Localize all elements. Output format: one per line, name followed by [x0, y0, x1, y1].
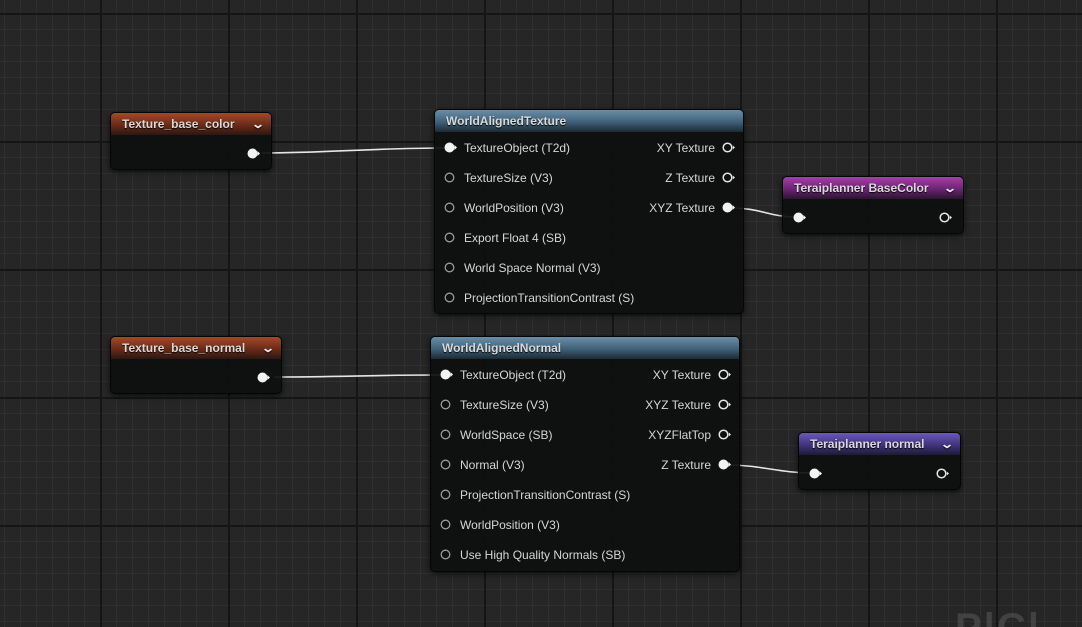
pin-label: XYZFlatTop [648, 428, 711, 442]
material-graph-canvas[interactable]: Texture_base_color ⌄ Texture_base_normal… [0, 0, 1082, 627]
wire-base-color-to-wat [261, 147, 447, 154]
node-title: Texture_base_normal [122, 341, 246, 355]
wire-base-normal-to-wan [273, 374, 443, 378]
node-title: WorldAlignedNormal [442, 341, 562, 355]
pin-label: TextureSize (V3) [460, 398, 549, 412]
pin-filled-icon[interactable] [444, 142, 457, 153]
watermark: P|C| [955, 606, 1041, 627]
chevron-down-icon[interactable]: ⌄ [943, 177, 957, 199]
input-pin-row[interactable]: World Space Normal (V3) [444, 258, 614, 278]
output-pin[interactable] [936, 468, 949, 479]
output-pin-row[interactable]: XY Texture [621, 365, 731, 385]
pin-label: Z Texture [665, 171, 715, 185]
pin-label: WorldPosition (V3) [464, 201, 564, 215]
input-pin-row[interactable]: ProjectionTransitionContrast (S) [444, 288, 664, 308]
node-teraiplanner-basecolor[interactable]: Teraiplanner BaseColor ⌄ [782, 176, 964, 234]
pin-hollow-icon[interactable] [440, 459, 451, 470]
node-world-aligned-texture[interactable]: WorldAlignedTexture TextureObject (T2d) … [434, 109, 744, 314]
pin-label: WorldPosition (V3) [460, 518, 560, 532]
node-header[interactable]: Texture_base_normal ⌄ [111, 337, 281, 359]
output-pin[interactable] [257, 372, 270, 383]
pin-label: XY Texture [652, 368, 711, 382]
node-world-aligned-normal[interactable]: WorldAlignedNormal TextureObject (T2d) T… [430, 336, 740, 572]
chevron-down-icon[interactable]: ⌄ [251, 113, 265, 135]
pin-hollow-icon[interactable] [444, 292, 455, 303]
node-title: Teraiplanner BaseColor [794, 181, 929, 195]
pin-label: Export Float 4 (SB) [464, 231, 567, 245]
chevron-down-icon[interactable]: ⌄ [940, 433, 954, 455]
pin-label: XYZ Texture [649, 201, 715, 215]
pin-hollow-icon[interactable] [440, 519, 451, 530]
output-pin[interactable] [939, 212, 952, 223]
output-pin-row[interactable]: XYZ Texture [621, 395, 731, 415]
chevron-down-icon[interactable]: ⌄ [261, 337, 275, 359]
input-pin-row[interactable]: Normal (V3) [440, 455, 590, 475]
pin-label: TextureObject (T2d) [464, 141, 571, 155]
pin-label: WorldSpace (SB) [460, 428, 553, 442]
node-title: Teraiplanner normal [810, 437, 925, 451]
output-pin-row[interactable]: Z Texture [621, 455, 731, 475]
pin-label: Z Texture [661, 458, 711, 472]
input-pin-row[interactable]: Export Float 4 (SB) [444, 228, 594, 248]
input-pin[interactable] [809, 468, 822, 479]
node-texture-base-color[interactable]: Texture_base_color ⌄ [110, 112, 272, 170]
pin-label: World Space Normal (V3) [464, 261, 601, 275]
input-pin-row[interactable]: TextureObject (T2d) [444, 138, 594, 158]
pin-hollow-icon[interactable] [440, 429, 451, 440]
input-pin-row[interactable]: WorldPosition (V3) [444, 198, 594, 218]
pin-label: ProjectionTransitionContrast (S) [464, 291, 635, 305]
pin-filled-icon[interactable] [718, 459, 731, 470]
pin-label: TextureObject (T2d) [460, 368, 567, 382]
node-header[interactable]: WorldAlignedNormal [431, 337, 739, 359]
output-pin-row[interactable]: Z Texture [625, 168, 735, 188]
input-pin-row[interactable]: TextureSize (V3) [444, 168, 594, 188]
pin-hollow-icon[interactable] [444, 172, 455, 183]
input-pin-row[interactable]: ProjectionTransitionContrast (S) [440, 485, 660, 505]
input-pin-row[interactable]: TextureSize (V3) [440, 395, 590, 415]
pin-hollow-icon[interactable] [444, 262, 455, 273]
output-pin[interactable] [247, 148, 260, 159]
node-title: WorldAlignedTexture [446, 114, 567, 128]
node-texture-base-normal[interactable]: Texture_base_normal ⌄ [110, 336, 282, 394]
pin-label: XYZ Texture [645, 398, 711, 412]
output-pin-row[interactable]: XYZ Texture [625, 198, 735, 218]
pin-label: TextureSize (V3) [464, 171, 553, 185]
node-title: Texture_base_color [122, 117, 235, 131]
input-pin-row[interactable]: WorldPosition (V3) [440, 515, 590, 535]
pin-label: Use High Quality Normals (SB) [460, 548, 626, 562]
node-header[interactable]: Texture_base_color ⌄ [111, 113, 271, 135]
pin-label: XY Texture [656, 141, 715, 155]
pin-hollow-icon[interactable] [440, 549, 451, 560]
pin-label: ProjectionTransitionContrast (S) [460, 488, 631, 502]
node-header[interactable]: Teraiplanner BaseColor ⌄ [783, 177, 963, 199]
pin-hollow-icon[interactable] [440, 399, 451, 410]
pin-hollow-icon[interactable] [718, 429, 731, 440]
input-pin-row[interactable]: WorldSpace (SB) [440, 425, 590, 445]
pin-hollow-icon[interactable] [444, 202, 455, 213]
pin-hollow-icon[interactable] [440, 489, 451, 500]
pin-hollow-icon[interactable] [722, 172, 735, 183]
node-header[interactable]: WorldAlignedTexture [435, 110, 743, 132]
input-pin-row[interactable]: Use High Quality Normals (SB) [440, 545, 660, 565]
pin-label: Normal (V3) [460, 458, 525, 472]
output-pin-row[interactable]: XY Texture [625, 138, 735, 158]
node-teraiplanner-normal[interactable]: Teraiplanner normal ⌄ [798, 432, 961, 490]
pin-filled-icon[interactable] [440, 369, 453, 380]
input-pin-row[interactable]: TextureObject (T2d) [440, 365, 590, 385]
pin-hollow-icon[interactable] [718, 369, 731, 380]
node-header[interactable]: Teraiplanner normal ⌄ [799, 433, 960, 455]
pin-hollow-icon[interactable] [718, 399, 731, 410]
pin-hollow-icon[interactable] [722, 142, 735, 153]
pin-hollow-icon[interactable] [444, 232, 455, 243]
input-pin[interactable] [793, 212, 806, 223]
pin-filled-icon[interactable] [722, 202, 735, 213]
output-pin-row[interactable]: XYZFlatTop [621, 425, 731, 445]
